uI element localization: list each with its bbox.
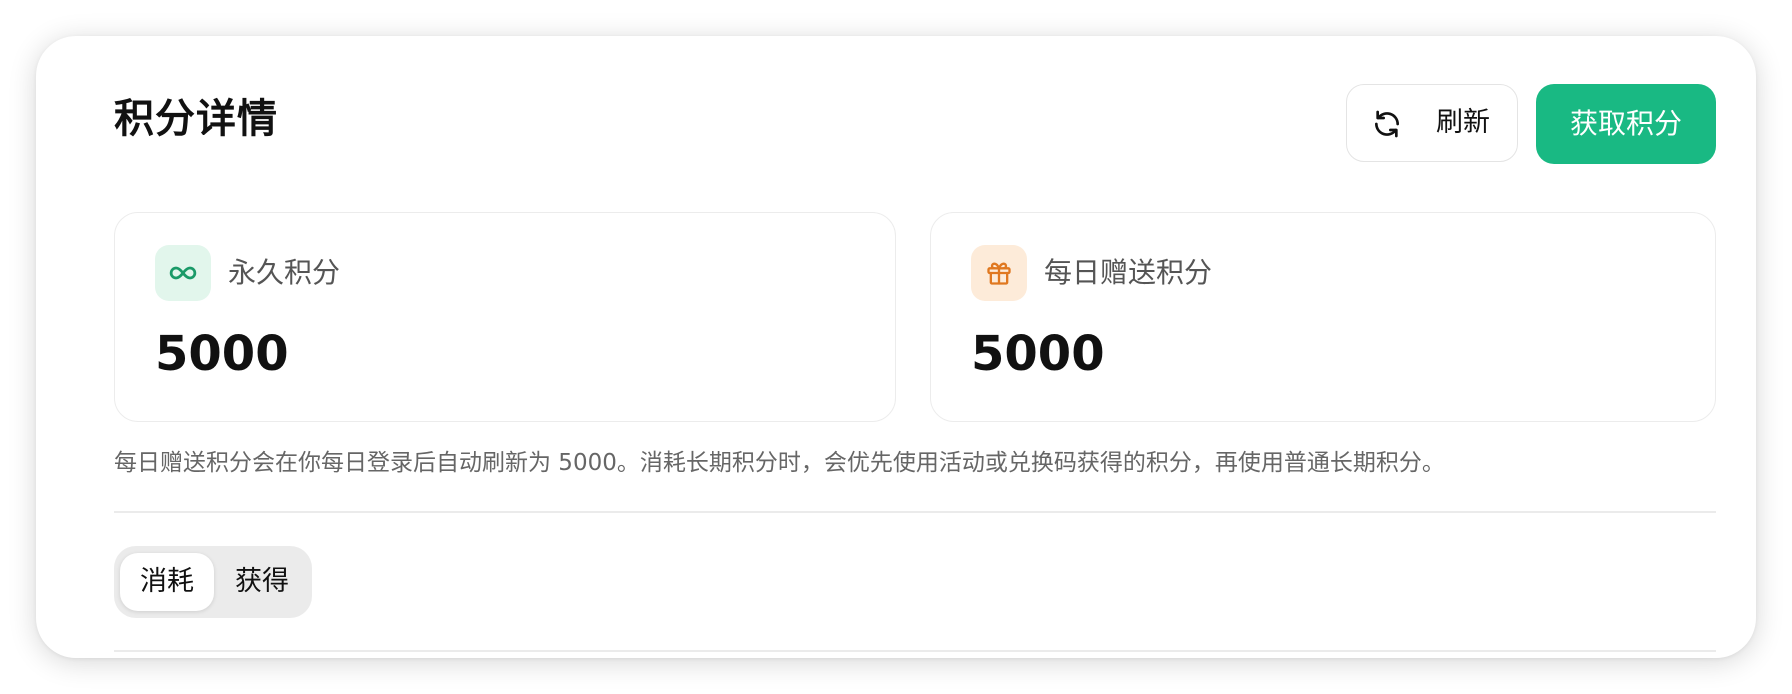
permanent-points-label: 永久积分: [228, 256, 341, 289]
daily-points-label: 每日赠送积分: [1044, 256, 1213, 289]
gift-icon: [971, 245, 1027, 301]
tab-consume[interactable]: 消耗: [120, 553, 214, 611]
tab-switcher: 消耗 获得: [114, 546, 312, 618]
earn-points-button[interactable]: 获取积分: [1536, 84, 1716, 164]
divider: [114, 511, 1716, 513]
daily-points-value: 5000: [971, 326, 1105, 382]
page-title: 积分详情: [114, 96, 278, 142]
refresh-icon: [1371, 108, 1403, 140]
daily-points-card: 每日赠送积分 5000: [930, 212, 1716, 422]
refresh-button-label: 刷新: [1436, 107, 1490, 138]
tab-earned[interactable]: 获得: [214, 553, 310, 611]
permanent-points-card: 永久积分 5000: [114, 212, 896, 422]
infinity-icon: [155, 245, 211, 301]
refresh-button[interactable]: 刷新: [1346, 84, 1518, 162]
points-detail-panel: 积分详情 刷新 获取积分 永久积分 5000 每日赠送积分 5000 每日赠送积…: [36, 36, 1756, 658]
points-note: 每日赠送积分会在你每日登录后自动刷新为 5000。消耗长期积分时，会优先使用活动…: [114, 450, 1445, 476]
divider: [114, 650, 1716, 652]
permanent-points-value: 5000: [155, 326, 289, 382]
